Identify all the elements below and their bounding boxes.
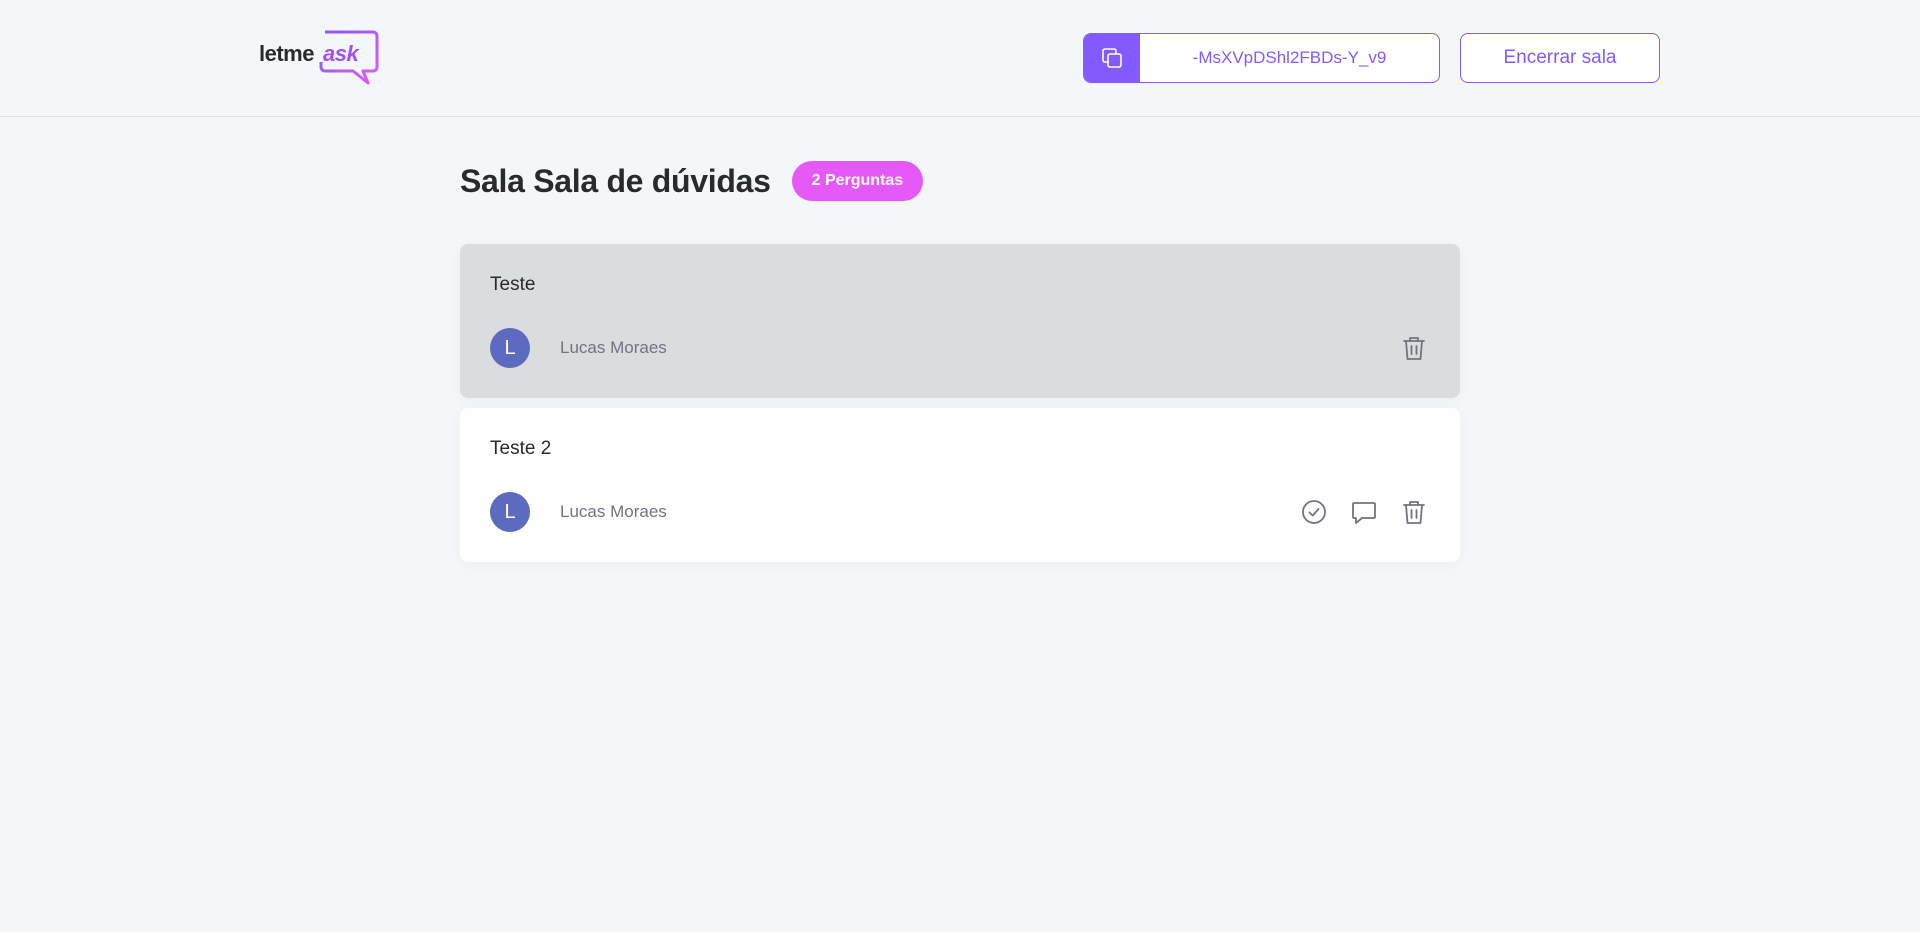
close-room-button[interactable]: Encerrar sala [1460,33,1660,83]
page-header: letme ask -MsXVpDShl2FBDs-Y_v9 Encerrar … [0,0,1920,117]
logo-text-letme: letme [259,41,314,66]
question-footer: L Lucas Moraes [490,328,1428,368]
mark-answered-button[interactable] [1300,498,1328,526]
logo-text-ask: ask [323,41,359,66]
page-title: Sala Sala de dúvidas [460,162,771,199]
question-actions [1300,498,1428,526]
question-card: Teste 2 L Lucas Moraes [460,408,1460,562]
comment-icon [1352,502,1376,524]
check-circle-icon [1302,500,1326,524]
question-text: Teste [490,274,536,295]
question-footer: L Lucas Moraes [490,492,1428,532]
question-count-badge: 2 Perguntas [791,161,924,201]
highlight-question-button[interactable] [1350,498,1378,526]
question-author: L Lucas Moraes [490,492,667,532]
question-author: L Lucas Moraes [490,328,667,368]
avatar: L [490,328,530,368]
copy-room-code-button[interactable]: -MsXVpDShl2FBDs-Y_v9 [1083,33,1440,83]
author-name: Lucas Moraes [560,502,667,521]
trash-icon [1403,337,1425,360]
delete-question-button[interactable] [1400,334,1428,362]
copy-icon [1084,34,1140,82]
question-actions [1400,334,1428,362]
room-code-text: -MsXVpDShl2FBDs-Y_v9 [1192,48,1387,67]
room-title-row: Sala Sala de dúvidas 2 Perguntas [460,160,924,202]
delete-question-button[interactable] [1400,498,1428,526]
trash-icon [1403,501,1425,524]
question-card: Teste L Lucas Moraes [460,244,1460,398]
question-text: Teste 2 [490,438,552,459]
avatar: L [490,492,530,532]
letmeask-logo[interactable]: letme ask [259,29,379,87]
author-name: Lucas Moraes [560,338,667,357]
